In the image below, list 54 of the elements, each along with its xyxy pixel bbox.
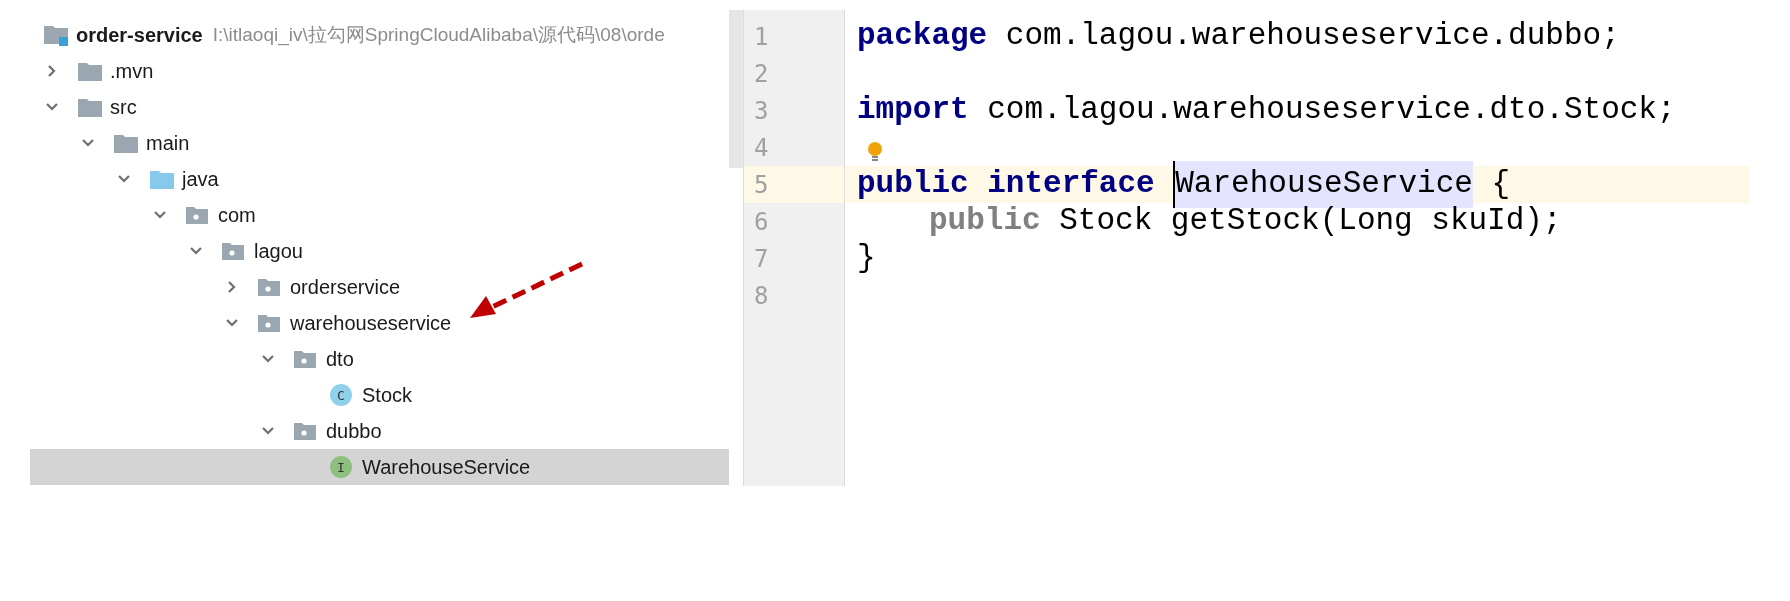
line-number: 3 (754, 95, 769, 127)
code-line: public Stock getStock(Long skuId); (929, 202, 1562, 241)
folder-icon (150, 169, 174, 189)
tree-item-label: dto (326, 347, 354, 372)
tree-item-label: Stock (362, 383, 413, 408)
tree-item-label: com (218, 203, 256, 228)
module-folder-icon (44, 24, 70, 46)
tree-item[interactable]: I WarehouseService (30, 449, 729, 485)
tree-item[interactable]: warehouseservice (30, 305, 729, 341)
tree-item-label: warehouseservice (290, 311, 452, 336)
package-folder-icon (258, 278, 280, 296)
tree-item-label: .mvn (110, 59, 154, 84)
tree-item[interactable]: main (30, 125, 729, 161)
line-number: 1 (754, 21, 769, 53)
tree-item-label: src (110, 95, 137, 120)
line-number: 7 (754, 243, 769, 275)
tree-item[interactable]: lagou (30, 233, 729, 269)
project-path: I:\itlaoqi_iv\拉勾网SpringCloudAlibaba\源代码\08\orde (212, 22, 665, 48)
tree-item[interactable]: java (30, 161, 729, 197)
line-number: 4 (754, 132, 769, 164)
folder-icon (78, 61, 102, 81)
code-line: import com.lagou.warehouseservice.dto.Stock; (857, 91, 1676, 130)
tree-item-label: lagou (254, 239, 303, 264)
line-number: 2 (754, 58, 769, 90)
code-line: } (857, 239, 876, 278)
tree-item[interactable]: C Stock (30, 377, 729, 413)
tree-item[interactable]: dubbo (30, 413, 729, 449)
tree-item[interactable]: .mvn (30, 53, 729, 89)
folder-icon (114, 133, 138, 153)
line-number: 8 (754, 280, 769, 312)
tree-item[interactable]: dto (30, 341, 729, 377)
package-folder-icon (294, 422, 316, 440)
package-folder-icon (222, 242, 244, 260)
interface-icon: I (330, 456, 352, 478)
tree-item[interactable]: orderservice (30, 269, 729, 305)
tree-item[interactable]: com (30, 197, 729, 233)
class-icon: C (330, 384, 352, 406)
package-folder-icon (294, 350, 316, 368)
tree-item-label: dubbo (326, 419, 382, 444)
tree-item-label: WarehouseService (362, 455, 531, 480)
scrollbar[interactable] (729, 10, 743, 168)
tree-item-label: java (182, 167, 219, 192)
project-root-item[interactable]: order-service I:\itlaoqi_iv\拉勾网SpringCloudAlibaba\源代码\08\orde (30, 17, 729, 53)
folder-icon (78, 97, 102, 117)
line-number: 6 (754, 206, 769, 238)
package-folder-icon (258, 314, 280, 332)
tree-item[interactable]: src (30, 89, 729, 125)
line-number: 5 (754, 169, 769, 201)
package-folder-icon (186, 206, 208, 224)
tree-item-label: orderservice (290, 275, 401, 300)
lightbulb-icon[interactable] (867, 140, 883, 163)
tree-item-label: main (146, 131, 190, 156)
project-name: order-service (76, 23, 203, 48)
code-line: package com.lagou.warehouseservice.dubbo; (857, 17, 1620, 56)
